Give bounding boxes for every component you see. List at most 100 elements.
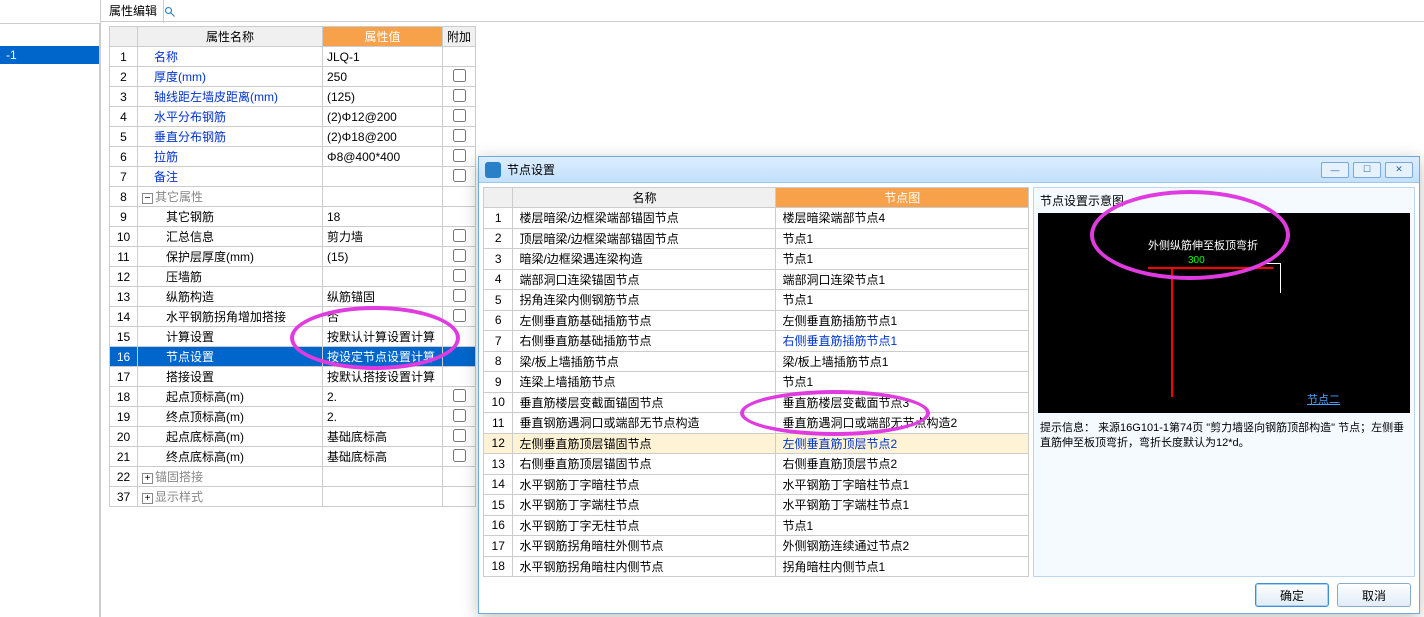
extra-checkbox[interactable] <box>453 69 466 82</box>
table-row[interactable]: 19终点顶标高(m)2. <box>110 407 476 427</box>
expand-icon[interactable]: + <box>142 493 153 504</box>
preview-canvas: 外侧纵筋伸至板顶弯折 300 节点二 <box>1038 213 1410 413</box>
extra-checkbox[interactable] <box>453 229 466 242</box>
main-title: 属性编辑 <box>101 0 1424 22</box>
table-row[interactable]: 2厚度(mm)250 <box>110 67 476 87</box>
extra-checkbox[interactable] <box>453 289 466 302</box>
group-row[interactable]: 8−其它属性 <box>110 187 476 207</box>
node-row[interactable]: 18水平钢筋拐角暗柱内侧节点拐角暗柱内侧节点1 <box>484 556 1029 577</box>
node-row[interactable]: 13右侧垂直筋顶层锚固节点右侧垂直筋顶层节点2 <box>484 454 1029 475</box>
node-image-cell[interactable]: 左侧垂直筋插筋节点1 <box>776 310 1029 331</box>
header-value: 属性值 <box>323 27 443 47</box>
node-image-cell[interactable]: 端部洞口连梁节点1 <box>776 269 1029 290</box>
close-icon[interactable]: ✕ <box>1385 162 1413 178</box>
node-row[interactable]: 15水平钢筋丁字端柱节点水平钢筋丁字端柱节点1 <box>484 495 1029 516</box>
table-row[interactable]: 12压墙筋 <box>110 267 476 287</box>
table-row[interactable]: 21终点底标高(m)基础底标高 <box>110 447 476 467</box>
table-row[interactable]: 11保护层厚度(mm)(15) <box>110 247 476 267</box>
node-image-cell[interactable]: 节点1 <box>776 249 1029 270</box>
node-image-cell[interactable]: 节点1 <box>776 372 1029 393</box>
node-row[interactable]: 16水平钢筋丁字无柱节点节点1 <box>484 515 1029 536</box>
preview-panel: 节点设置示意图 外侧纵筋伸至板顶弯折 300 节点二 提示信息： 来源16G10… <box>1033 187 1415 577</box>
extra-checkbox[interactable] <box>453 389 466 402</box>
hint-text: 来源16G101-1第74页 "剪力墙竖向钢筋顶部构造" 节点；左侧垂直筋伸至板… <box>1040 422 1404 449</box>
group-row[interactable]: 22+锚固搭接 <box>110 467 476 487</box>
node-row[interactable]: 11垂直钢筋遇洞口或端部无节点构造垂直筋遇洞口或端部无节点构造2 <box>484 413 1029 434</box>
maximize-icon[interactable]: ☐ <box>1353 162 1381 178</box>
sidebar-item[interactable]: -1 <box>0 46 99 64</box>
node-image-cell[interactable]: 节点1 <box>776 515 1029 536</box>
expand-icon[interactable]: + <box>142 473 153 484</box>
node-row[interactable]: 9连梁上墙插筋节点节点1 <box>484 372 1029 393</box>
table-row[interactable]: 7备注 <box>110 167 476 187</box>
node-row[interactable]: 6左侧垂直筋基础插筋节点左侧垂直筋插筋节点1 <box>484 310 1029 331</box>
extra-checkbox[interactable] <box>453 449 466 462</box>
node-table: 名称 节点图 1楼层暗梁/边框梁端部锚固节点楼层暗梁端部节点42顶层暗梁/边框梁… <box>483 187 1029 577</box>
node-image-cell[interactable]: 左侧垂直筋顶层节点2 <box>776 433 1029 454</box>
table-row[interactable]: 4水平分布钢筋(2)Φ12@200 <box>110 107 476 127</box>
extra-checkbox[interactable] <box>453 249 466 262</box>
ok-button[interactable]: 确定 <box>1255 583 1329 607</box>
node-image-cell[interactable]: 右侧垂直筋插筋节点1 <box>776 331 1029 352</box>
node-row[interactable]: 1楼层暗梁/边框梁端部锚固节点楼层暗梁端部节点4 <box>484 208 1029 229</box>
extra-checkbox[interactable] <box>453 409 466 422</box>
table-row[interactable]: 9其它钢筋18 <box>110 207 476 227</box>
node-row[interactable]: 10垂直筋楼层变截面锚固节点垂直筋楼层变截面节点3 <box>484 392 1029 413</box>
preview-label-top: 外侧纵筋伸至板顶弯折 <box>1148 237 1258 253</box>
extra-checkbox[interactable] <box>453 429 466 442</box>
node-row[interactable]: 14水平钢筋丁字暗柱节点水平钢筋丁字暗柱节点1 <box>484 474 1029 495</box>
header-extra: 附加 <box>443 27 476 47</box>
node-header-image: 节点图 <box>776 188 1029 208</box>
node-image-cell[interactable]: 拐角暗柱内侧节点1 <box>776 556 1029 577</box>
node-row[interactable]: 5拐角连梁内侧钢筋节点节点1 <box>484 290 1029 311</box>
node-image-cell[interactable]: 节点1 <box>776 290 1029 311</box>
node-image-cell[interactable]: 水平钢筋丁字端柱节点1 <box>776 495 1029 516</box>
extra-checkbox[interactable] <box>453 149 466 162</box>
dialog-icon <box>485 162 501 178</box>
node-header-name: 名称 <box>513 188 776 208</box>
table-row[interactable]: 18起点顶标高(m)2. <box>110 387 476 407</box>
node-row[interactable]: 12左侧垂直筋顶层锚固节点左侧垂直筋顶层节点2 <box>484 433 1029 454</box>
table-row[interactable]: 14水平钢筋拐角增加搭接否 <box>110 307 476 327</box>
table-row[interactable]: 6拉筋Φ8@400*400 <box>110 147 476 167</box>
node-image-cell[interactable]: 楼层暗梁端部节点4 <box>776 208 1029 229</box>
table-row[interactable]: 16节点设置按设定节点设置计算 <box>110 347 476 367</box>
node-image-cell[interactable]: 垂直筋遇洞口或端部无节点构造2 <box>776 413 1029 434</box>
node-image-cell[interactable]: 外侧钢筋连续通过节点2 <box>776 536 1029 557</box>
node-image-cell[interactable]: 垂直筋楼层变截面节点3 <box>776 392 1029 413</box>
cancel-button[interactable]: 取消 <box>1337 583 1411 607</box>
extra-checkbox[interactable] <box>453 129 466 142</box>
node-row[interactable]: 2顶层暗梁/边框梁端部锚固节点节点1 <box>484 228 1029 249</box>
node-image-cell[interactable]: 水平钢筋丁字暗柱节点1 <box>776 474 1029 495</box>
node-image-cell[interactable]: 梁/板上墙插筋节点1 <box>776 351 1029 372</box>
node-image-cell[interactable]: 右侧垂直筋顶层节点2 <box>776 454 1029 475</box>
extra-checkbox[interactable] <box>453 89 466 102</box>
dialog-titlebar[interactable]: 节点设置 — ☐ ✕ <box>479 157 1419 183</box>
table-row[interactable]: 5垂直分布钢筋(2)Φ18@200 <box>110 127 476 147</box>
left-sidebar: -1 <box>0 0 100 617</box>
node-row[interactable]: 4端部洞口连梁锚固节点端部洞口连梁节点1 <box>484 269 1029 290</box>
table-row[interactable]: 20起点底标高(m)基础底标高 <box>110 427 476 447</box>
node-row[interactable]: 3暗梁/边框梁遇连梁构造节点1 <box>484 249 1029 270</box>
preview-title: 节点设置示意图 <box>1036 190 1412 211</box>
group-row[interactable]: 37+显示样式 <box>110 487 476 507</box>
expand-icon[interactable]: − <box>142 193 153 204</box>
table-row[interactable]: 17搭接设置按默认搭接设置计算 <box>110 367 476 387</box>
extra-checkbox[interactable] <box>453 269 466 282</box>
preview-caption: 节点二 <box>1307 391 1340 407</box>
table-row[interactable]: 10汇总信息剪力墙 <box>110 227 476 247</box>
extra-checkbox[interactable] <box>453 309 466 322</box>
extra-checkbox[interactable] <box>453 169 466 182</box>
table-row[interactable]: 1名称JLQ-1 <box>110 47 476 67</box>
node-row[interactable]: 8梁/板上墙插筋节点梁/板上墙插筋节点1 <box>484 351 1029 372</box>
node-row[interactable]: 7右侧垂直筋基础插筋节点右侧垂直筋插筋节点1 <box>484 331 1029 352</box>
minimize-icon[interactable]: — <box>1321 162 1349 178</box>
table-row[interactable]: 13纵筋构造纵筋锚固 <box>110 287 476 307</box>
node-image-cell[interactable]: 节点1 <box>776 228 1029 249</box>
node-row[interactable]: 17水平钢筋拐角暗柱外侧节点外侧钢筋连续通过节点2 <box>484 536 1029 557</box>
table-row[interactable]: 3轴线距左墙皮距离(mm)(125) <box>110 87 476 107</box>
table-row[interactable]: 15计算设置按默认计算设置计算 <box>110 327 476 347</box>
header-name: 属性名称 <box>138 27 323 47</box>
extra-checkbox[interactable] <box>453 109 466 122</box>
preview-dim: 300 <box>1188 255 1205 266</box>
